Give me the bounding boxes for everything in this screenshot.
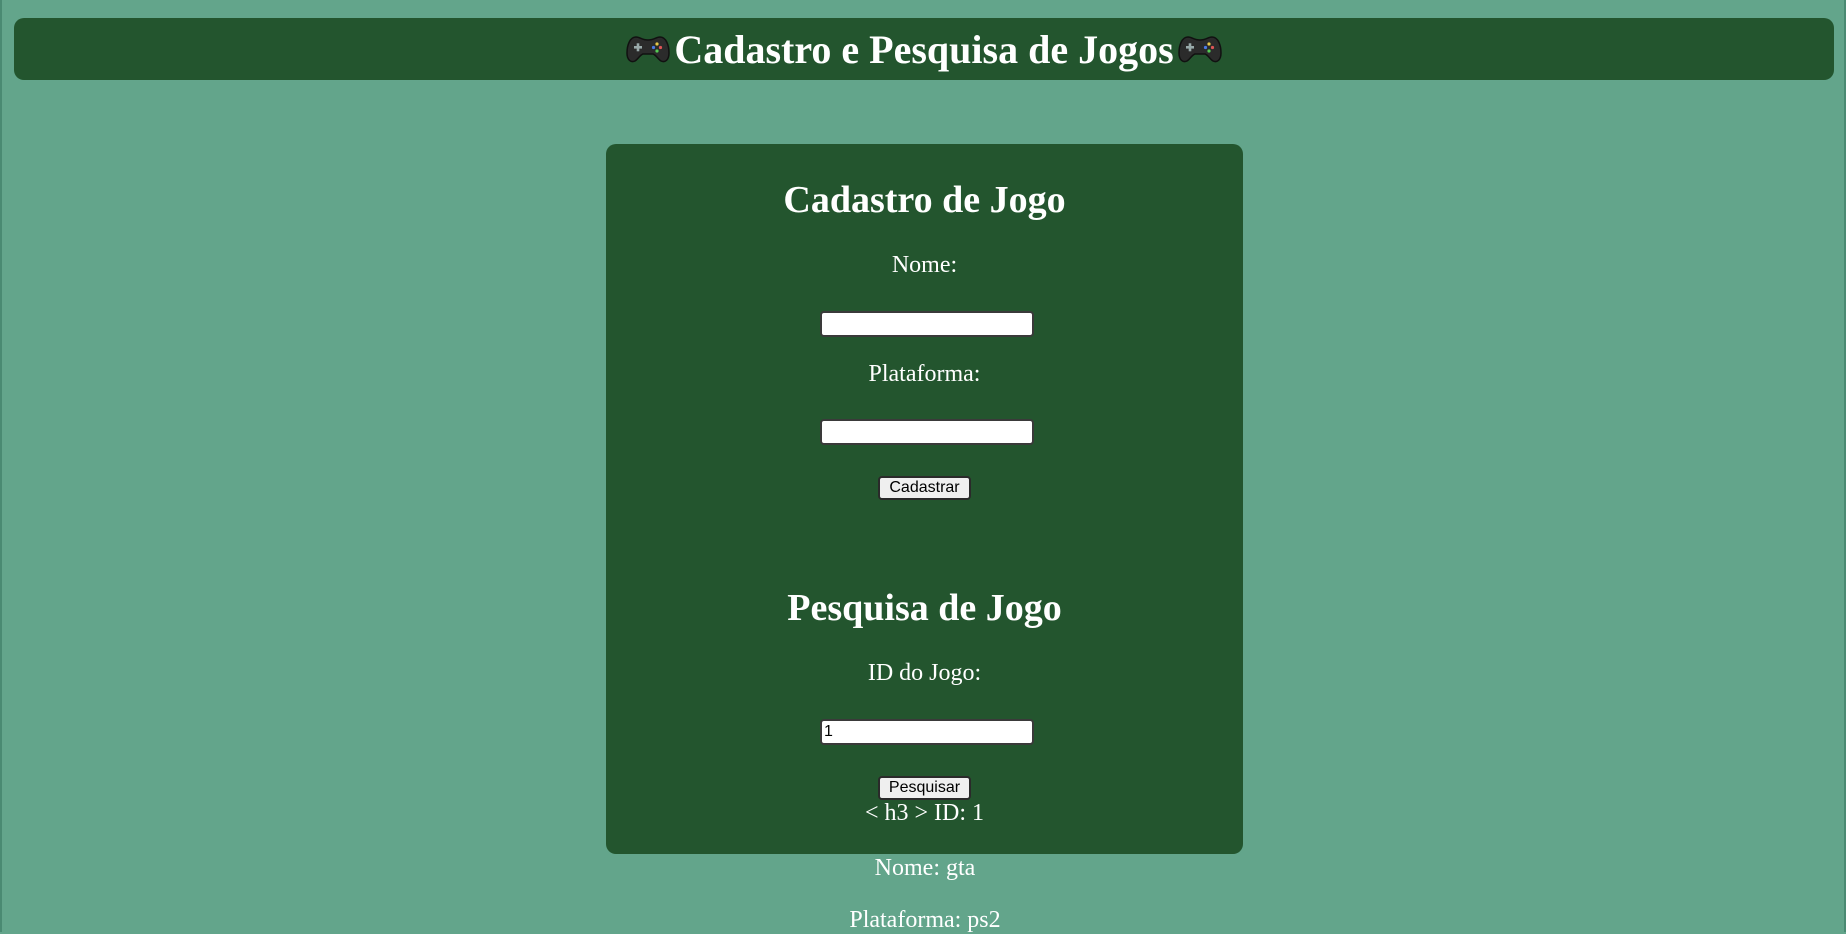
- search-title: Pesquisa de Jogo: [787, 587, 1062, 629]
- gamepad-icon: [1177, 33, 1222, 65]
- game-id-input[interactable]: 1: [820, 719, 1034, 745]
- search-button[interactable]: Pesquisar: [878, 776, 971, 800]
- game-id-label: ID do Jogo:: [867, 660, 982, 686]
- page-title-row: Cadastro e Pesquisa de Jogos: [626, 26, 1222, 73]
- form-panel: Cadastro de Jogo Nome: Plataforma: Cadas…: [606, 144, 1243, 854]
- result-name: Nome: gta: [874, 855, 976, 881]
- gamepad-icon: [626, 33, 671, 65]
- name-input[interactable]: [820, 311, 1034, 337]
- page-title: Cadastro e Pesquisa de Jogos: [674, 26, 1174, 72]
- name-label: Nome:: [891, 252, 958, 278]
- result-platform: Plataforma: ps2: [849, 907, 1001, 933]
- result-id: < h3 > ID: 1: [864, 800, 985, 826]
- register-title: Cadastro de Jogo: [783, 179, 1066, 221]
- platform-label: Plataforma:: [868, 361, 981, 387]
- register-button[interactable]: Cadastrar: [878, 476, 971, 500]
- page-header: Cadastro e Pesquisa de Jogos: [14, 18, 1834, 80]
- platform-input[interactable]: [820, 419, 1034, 445]
